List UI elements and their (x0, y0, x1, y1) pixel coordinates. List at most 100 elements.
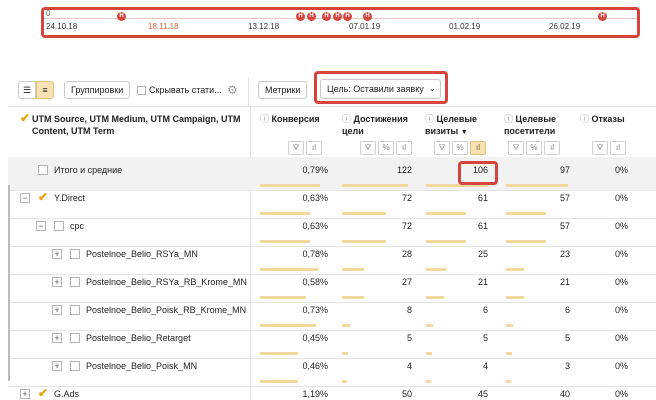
cell-goals: 122 (396, 165, 412, 175)
cell-goals: 27 (401, 277, 412, 287)
filter-icon[interactable]: ⛛ (360, 141, 376, 155)
dimension-checkbox[interactable]: ✔ (20, 112, 30, 124)
cell-bounce: 0% (614, 249, 628, 259)
cell-conv: 0,73% (302, 305, 328, 315)
header-top-divider (8, 106, 656, 107)
info-icon[interactable]: ⓘ (425, 114, 437, 124)
target-visitors-tools: ⛛ % ıl (508, 141, 560, 155)
cell-visits: 61 (477, 193, 488, 203)
metrics-button[interactable]: Метрики (258, 81, 308, 99)
cell-goals: 50 (401, 389, 412, 399)
row-name: Postelnoe_Belio_Poisk_RB_Krome_MN (86, 305, 247, 315)
goal-highlight-frame (314, 71, 448, 104)
row-name: cpc (70, 221, 85, 231)
expand-icon[interactable]: + (52, 361, 62, 371)
cell-visitors: 5 (564, 333, 570, 343)
groupings-button[interactable]: Группировки (64, 81, 131, 99)
goal-reaches-tools: ⛛ % ıl (360, 141, 412, 155)
conversion-tools: ⛛ ıl (288, 141, 322, 155)
value-highlight-frame (458, 161, 498, 185)
chart-icon[interactable]: ıl (544, 141, 560, 155)
cell-goals: 8 (406, 305, 412, 315)
column-header-target-visits[interactable]: ⓘ Целевые визиты ▼ (425, 113, 497, 139)
row-name: Postelnoe_Belio_RSYa_RB_Krome_MN (86, 277, 247, 287)
filter-icon[interactable]: ⛛ (288, 141, 304, 155)
tree-icon: ≡ (42, 85, 48, 95)
column-label: Отказы (591, 114, 625, 124)
filter-icon[interactable]: ⛛ (508, 141, 524, 155)
tree-view-toggle[interactable]: ≡ (36, 81, 54, 99)
column-header-bounces[interactable]: ⓘ Отказы (580, 113, 640, 125)
cell-goals: 72 (401, 221, 412, 231)
cell-goals: 28 (401, 249, 412, 259)
collapse-icon[interactable]: − (20, 193, 30, 203)
row-name: G.Ads (54, 389, 80, 399)
row-name: Postelnoe_Belio_Poisk_MN (86, 361, 198, 371)
cell-conv: 0,63% (302, 193, 328, 203)
list-view-toggle[interactable]: ☰ (18, 81, 36, 99)
cell-visits: 25 (477, 249, 488, 259)
cell-goals: 4 (406, 361, 412, 371)
cell-bounce: 0% (614, 333, 628, 343)
chart-icon[interactable]: ıl (306, 141, 322, 155)
column-header-goal-reaches[interactable]: ⓘ Достижения цели (342, 113, 412, 137)
cell-goals: 5 (406, 333, 412, 343)
cell-visitors: 3 (564, 361, 570, 371)
cell-conv: 1,19% (302, 389, 328, 399)
timeline-highlight-frame (41, 7, 640, 38)
info-icon[interactable]: ⓘ (580, 114, 592, 124)
cell-visits: 5 (482, 333, 488, 343)
dimension-header-label: UTM Source, UTM Medium, UTM Campaign, UT… (32, 114, 241, 136)
filter-icon[interactable]: ⛛ (592, 141, 608, 155)
cell-conv: 0,79% (302, 165, 328, 175)
cell-bounce: 0% (614, 389, 628, 399)
chart-icon[interactable]: ıl (610, 141, 626, 155)
cell-conv: 0,45% (302, 333, 328, 343)
column-label: Конверсия (271, 114, 320, 124)
expand-icon[interactable]: + (20, 389, 30, 399)
row-checkbox[interactable] (70, 361, 80, 371)
row-checkbox[interactable] (70, 333, 80, 343)
info-icon[interactable]: ⓘ (504, 114, 516, 124)
cell-visitors: 97 (559, 165, 570, 175)
percent-icon[interactable]: % (452, 141, 468, 155)
hide-stats-checkbox[interactable] (137, 85, 146, 95)
percent-icon[interactable]: % (526, 141, 542, 155)
cell-bounce: 0% (614, 193, 628, 203)
table-row[interactable]: + ✔ G.Ads 1,19% 50 45 40 0% (8, 381, 656, 400)
sort-desc-icon[interactable]: ▼ (461, 129, 468, 136)
expand-icon[interactable]: + (52, 277, 62, 287)
row-checkbox[interactable] (54, 221, 64, 231)
gear-icon[interactable]: ⚙ (227, 83, 238, 97)
column-header-target-visitors[interactable]: ⓘ Целевые посетители (504, 113, 579, 137)
row-checkbox[interactable] (70, 277, 80, 287)
cell-bounce: 0% (614, 277, 628, 287)
chart-icon[interactable]: ıl (396, 141, 412, 155)
list-icon: ☰ (22, 84, 32, 95)
cell-visits: 4 (482, 361, 488, 371)
row-name: Y.Direct (54, 193, 85, 203)
info-icon[interactable]: ⓘ (260, 114, 272, 124)
expand-icon[interactable]: + (52, 249, 62, 259)
cell-visits: 21 (477, 277, 488, 287)
collapse-icon[interactable]: − (36, 221, 46, 231)
chart-icon-active[interactable]: ıl (470, 141, 486, 155)
row-checkbox[interactable] (70, 305, 80, 315)
cell-visits: 61 (477, 221, 488, 231)
row-checkbox[interactable] (38, 165, 48, 175)
expand-icon[interactable]: + (52, 333, 62, 343)
filter-icon[interactable]: ⛛ (434, 141, 450, 155)
row-name: Postelnoe_Belio_Retarget (86, 333, 191, 343)
row-checkbox[interactable]: ✔ (38, 191, 48, 203)
cell-bounce: 0% (614, 221, 628, 231)
percent-icon[interactable]: % (378, 141, 394, 155)
cell-visitors: 57 (559, 221, 570, 231)
row-checkbox[interactable]: ✔ (38, 387, 48, 399)
column-header-conversion[interactable]: ⓘ Конверсия (260, 113, 340, 125)
info-icon[interactable]: ⓘ (342, 114, 354, 124)
cell-conv: 0,63% (302, 221, 328, 231)
row-checkbox[interactable] (70, 249, 80, 259)
expand-icon[interactable]: + (52, 305, 62, 315)
hide-stats-toggle[interactable]: Скрывать стати... (137, 85, 222, 95)
cell-visitors: 23 (559, 249, 570, 259)
